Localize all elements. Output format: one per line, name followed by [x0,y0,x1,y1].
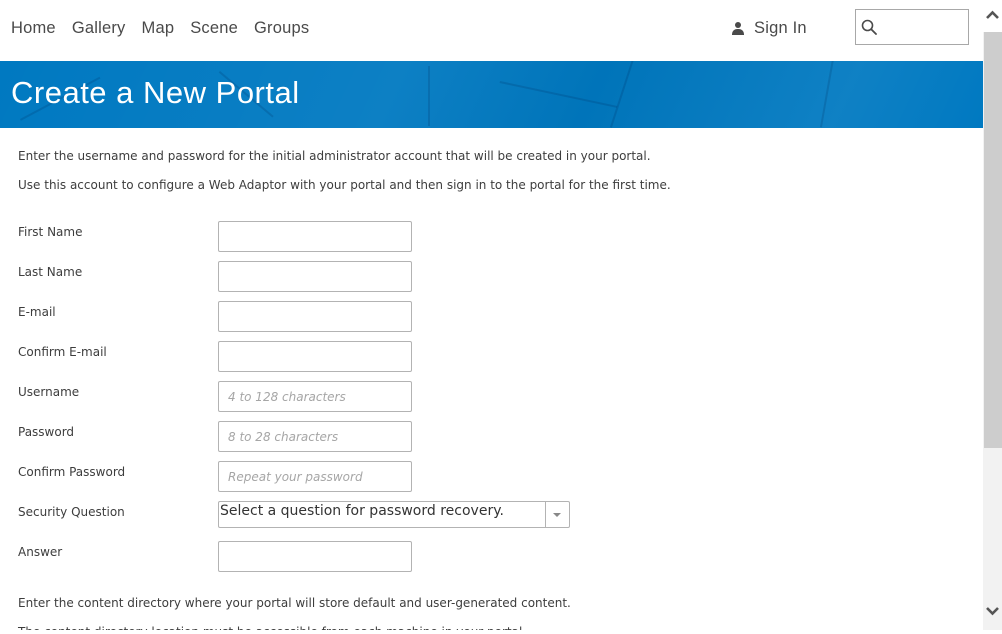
confirm-password-label: Confirm Password [18,465,126,479]
username-input[interactable] [218,381,412,412]
scroll-down-button[interactable] [983,602,1002,630]
select-dropdown-button[interactable] [545,502,569,527]
first-name-row: First Name [18,221,618,253]
nav-link-home[interactable]: Home [11,19,56,38]
email-input[interactable] [218,301,412,332]
username-row: Username [18,381,618,413]
security-question-label: Security Question [18,505,125,519]
chevron-down-icon [986,607,999,616]
email-label: E-mail [18,305,56,319]
first-name-label: First Name [18,225,83,239]
password-label: Password [18,425,75,439]
content-directory-text-1: Enter the content directory where your p… [18,596,571,610]
answer-row: Answer [18,541,618,573]
security-question-select[interactable]: Select a question for password recovery. [218,501,570,528]
confirm-email-input[interactable] [218,341,412,372]
email-row: E-mail [18,301,618,333]
security-question-value: Select a question for password recovery. [220,503,504,519]
scroll-up-button[interactable] [983,0,1002,32]
nav-link-scene[interactable]: Scene [190,19,238,38]
nav-link-groups[interactable]: Groups [254,19,309,38]
answer-label: Answer [18,545,63,559]
last-name-label: Last Name [18,265,83,279]
chevron-up-icon [986,10,999,19]
password-row: Password [18,421,618,453]
top-navigation: Home Gallery Map Scene Groups Sign In [0,0,983,61]
search-box[interactable] [855,9,970,45]
nav-link-map[interactable]: Map [142,19,175,38]
nav-link-gallery[interactable]: Gallery [72,19,126,38]
search-input[interactable] [882,12,970,44]
user-icon [731,21,745,37]
sign-in-link[interactable]: Sign In [731,19,807,38]
vertical-scrollbar[interactable] [983,0,1002,630]
answer-input[interactable] [218,541,412,572]
confirm-email-label: Confirm E-mail [18,345,107,359]
security-question-row: Security Question Select a question for … [18,501,618,533]
password-input[interactable] [218,421,412,452]
page: Home Gallery Map Scene Groups Sign In Cr… [0,0,983,630]
content-directory-text-2: The content directory location must be a… [18,625,526,630]
page-banner: Create a New Portal [0,61,983,128]
username-label: Username [18,385,80,399]
scroll-thumb[interactable] [984,32,1002,448]
chevron-down-icon [553,513,561,517]
first-name-input[interactable] [218,221,412,252]
intro-text-2: Use this account to configure a Web Adap… [18,178,671,192]
search-icon[interactable] [861,19,877,35]
nav-links: Home Gallery Map Scene Groups [11,19,325,38]
confirm-email-row: Confirm E-mail [18,341,618,373]
sign-in-label: Sign In [754,19,807,37]
last-name-row: Last Name [18,261,618,293]
intro-text-1: Enter the username and password for the … [18,149,651,163]
last-name-input[interactable] [218,261,412,292]
confirm-password-row: Confirm Password [18,461,618,493]
confirm-password-input[interactable] [218,461,412,492]
page-title: Create a New Portal [11,75,300,110]
